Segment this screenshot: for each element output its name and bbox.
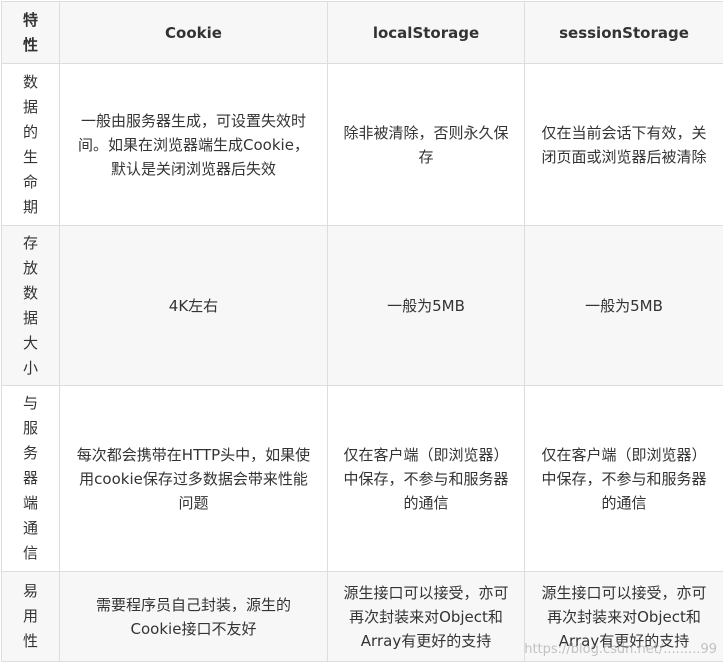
table-row: 与服务器端通信 每次都会携带在HTTP头中，如果使用cookie保存过多数据会带… — [1, 385, 723, 572]
feature-cell: 易用性 — [1, 571, 60, 662]
sessionstorage-cell: 仅在客户端（即浏览器）中保存，不参与和服务器的通信 — [524, 385, 723, 572]
header-sessionstorage: sessionStorage — [524, 1, 723, 64]
localstorage-cell: 一般为5MB — [327, 225, 525, 386]
table-row: 易用性 需要程序员自己封装，源生的Cookie接口不友好 源生接口可以接受，亦可… — [1, 571, 723, 662]
header-feature: 特性 — [1, 1, 60, 64]
localstorage-cell: 除非被清除，否则永久保存 — [327, 63, 525, 226]
sessionstorage-cell: 一般为5MB — [524, 225, 723, 386]
cookie-cell: 需要程序员自己封装，源生的Cookie接口不友好 — [59, 571, 328, 662]
localstorage-cell: 仅在客户端（即浏览器）中保存，不参与和服务器的通信 — [327, 385, 525, 572]
sessionstorage-cell: 源生接口可以接受，亦可再次封装来对Object和Array有更好的支持 — [524, 571, 723, 662]
table-row: 数据的生命期 一般由服务器生成，可设置失效时间。如果在浏览器端生成Cookie，… — [1, 63, 723, 226]
header-row: 特性 Cookie localStorage sessionStorage — [1, 1, 723, 64]
feature-cell: 与服务器端通信 — [1, 385, 60, 572]
cookie-cell: 4K左右 — [59, 225, 328, 386]
header-cookie: Cookie — [59, 1, 328, 64]
cookie-cell: 每次都会携带在HTTP头中，如果使用cookie保存过多数据会带来性能问题 — [59, 385, 328, 572]
storage-comparison-table: 特性 Cookie localStorage sessionStorage 数据… — [1, 1, 723, 662]
cookie-cell: 一般由服务器生成，可设置失效时间。如果在浏览器端生成Cookie，默认是关闭浏览… — [59, 63, 328, 226]
header-localstorage: localStorage — [327, 1, 525, 64]
sessionstorage-cell: 仅在当前会话下有效，关闭页面或浏览器后被清除 — [524, 63, 723, 226]
feature-cell: 存放数据大小 — [1, 225, 60, 386]
feature-cell: 数据的生命期 — [1, 63, 60, 226]
table-row: 存放数据大小 4K左右 一般为5MB 一般为5MB — [1, 225, 723, 386]
localstorage-cell: 源生接口可以接受，亦可再次封装来对Object和Array有更好的支持 — [327, 571, 525, 662]
